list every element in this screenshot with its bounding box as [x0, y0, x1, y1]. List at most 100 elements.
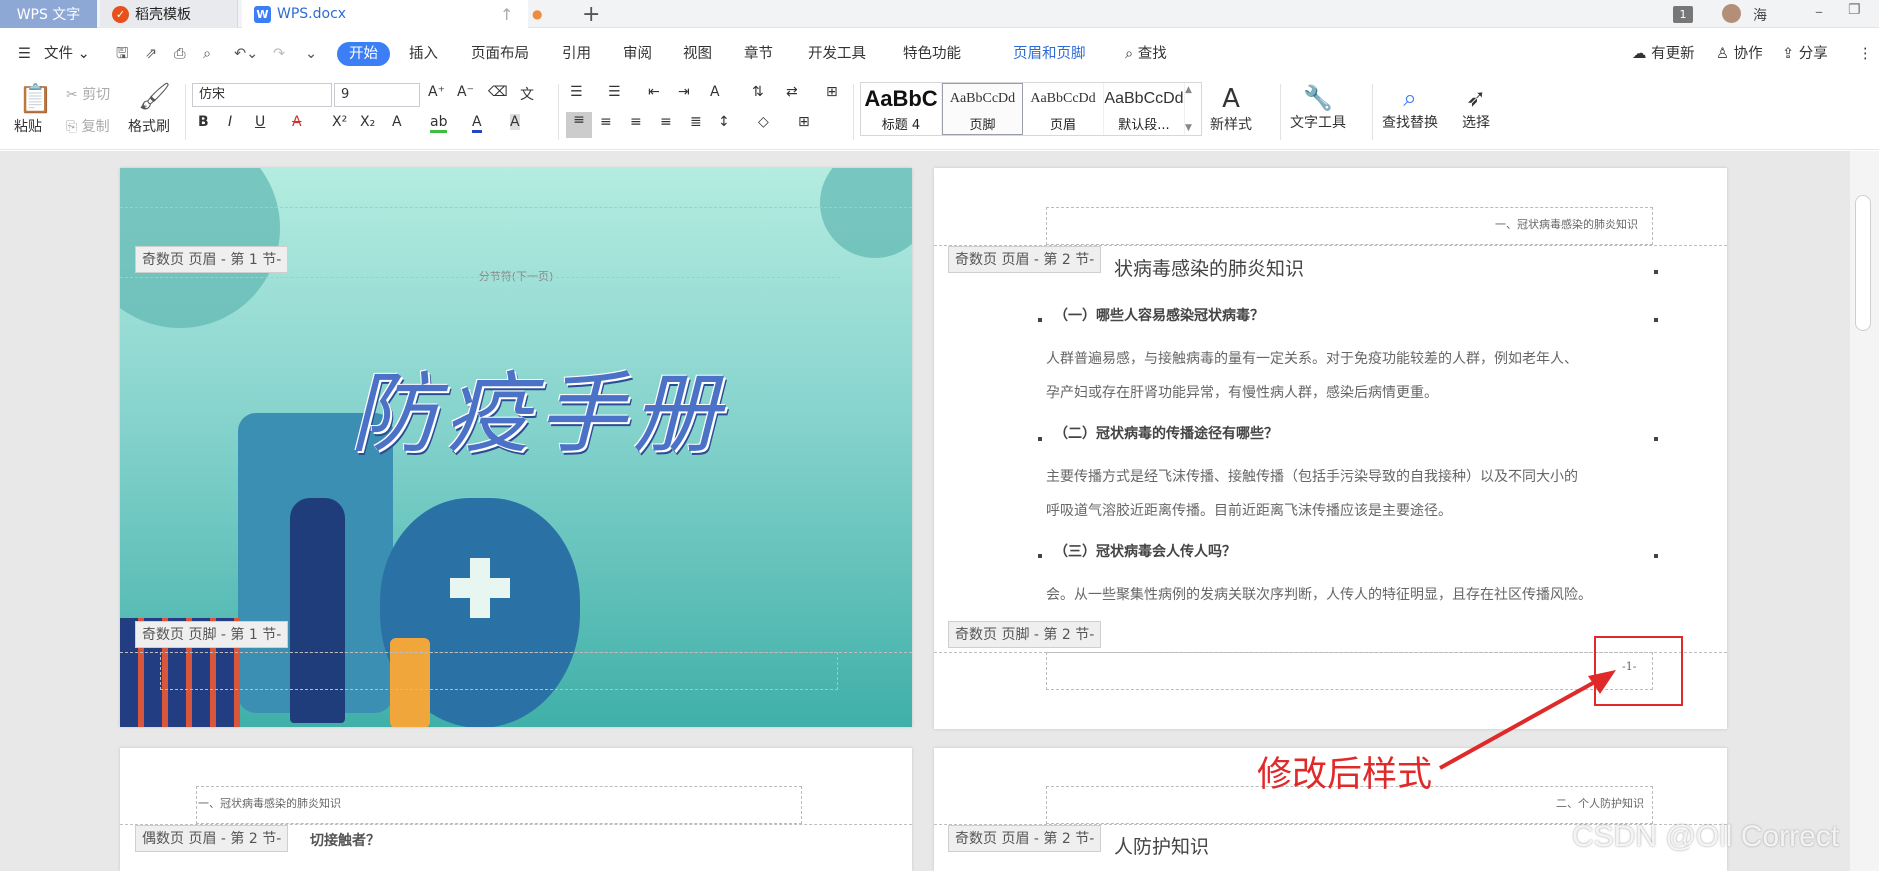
- hamburger-icon[interactable]: ☰: [18, 42, 31, 66]
- align-left-icon[interactable]: ≡: [566, 112, 592, 138]
- menu-file[interactable]: 文件 ⌄: [44, 42, 90, 66]
- tab-stop-icon[interactable]: ⇄: [786, 84, 798, 100]
- italic-icon[interactable]: I: [228, 114, 232, 130]
- menu-view[interactable]: 视图: [683, 42, 712, 66]
- bullet-list-icon[interactable]: ☰: [570, 84, 583, 100]
- export-icon[interactable]: ⇗: [145, 42, 157, 66]
- undo-icon[interactable]: ↶⌄: [234, 42, 258, 66]
- cut-button[interactable]: ✂ 剪切: [66, 84, 110, 104]
- menu-insert[interactable]: 插入: [409, 42, 438, 66]
- char-shading-icon[interactable]: A: [510, 114, 520, 130]
- user-icon: ♙: [1716, 46, 1729, 62]
- tab-wps-writer[interactable]: WPS 文字: [0, 0, 97, 28]
- header-tag-page4: 奇数页 页眉 - 第 2 节-: [948, 825, 1102, 852]
- collab-button[interactable]: ♙ 协作: [1716, 42, 1763, 66]
- decrease-indent-icon[interactable]: ⇤: [648, 84, 660, 100]
- print-preview-icon[interactable]: ⌕: [203, 42, 211, 66]
- paste-button[interactable]: 粘贴: [14, 116, 42, 136]
- header-text: 一、冠状病毒感染的肺炎知识: [1495, 218, 1638, 231]
- numbered-list-icon[interactable]: ☰: [608, 84, 621, 100]
- increase-indent-icon[interactable]: ⇥: [678, 84, 690, 100]
- wrench-icon: 🔧: [1303, 84, 1333, 112]
- paste-icon[interactable]: 📋: [18, 82, 53, 115]
- shading-icon[interactable]: ◇: [758, 114, 769, 130]
- menu-references[interactable]: 引用: [562, 42, 591, 66]
- share-button[interactable]: ⇪ 分享: [1782, 42, 1828, 66]
- subscript-icon[interactable]: X₂: [360, 114, 375, 130]
- header-boundary: [120, 277, 840, 278]
- style-heading4[interactable]: AaBbC 标题 4: [861, 83, 942, 135]
- highlight-icon[interactable]: ab: [430, 114, 448, 133]
- answer-1-line-2: 孕产妇或存在肝肾功能异常，有慢性病人群，感染后病情更重。: [1046, 385, 1438, 401]
- menu-header-footer[interactable]: 页眉和页脚: [1013, 42, 1086, 66]
- strikethrough-icon[interactable]: A: [292, 114, 302, 130]
- footer-area[interactable]: [160, 652, 838, 690]
- phonetic-icon[interactable]: 文: [520, 84, 534, 104]
- header-tag-page3: 偶数页 页眉 - 第 2 节-: [135, 825, 289, 852]
- align-right-icon[interactable]: ≡: [630, 114, 642, 130]
- window-count-badge[interactable]: 1: [1673, 6, 1693, 23]
- avatar[interactable]: [1722, 4, 1741, 23]
- font-shrink-icon[interactable]: A⁻: [457, 84, 474, 100]
- minimize-icon[interactable]: –: [1815, 2, 1823, 21]
- menu-page-layout[interactable]: 页面布局: [471, 42, 529, 66]
- find-replace-button[interactable]: ⌕ 查找替换: [1382, 84, 1438, 132]
- header-tag-page2: 奇数页 页眉 - 第 2 节-: [948, 246, 1102, 273]
- paragraph-marker: [1654, 270, 1658, 274]
- align-center-icon[interactable]: ≡: [600, 114, 612, 130]
- cloud-icon: ☁: [1632, 46, 1647, 62]
- tab-label: 稻壳模板: [135, 7, 191, 23]
- superscript-icon[interactable]: X²: [332, 114, 347, 130]
- body-fragment: 切接触者？: [310, 833, 380, 849]
- menu-search[interactable]: ⌕ 查找: [1125, 42, 1167, 66]
- copy-button[interactable]: ⎘ 复制: [66, 116, 110, 136]
- tab-wps-docx[interactable]: W WPS.docx ↑ ●: [242, 0, 542, 28]
- menu-developer[interactable]: 开发工具: [808, 42, 866, 66]
- unsaved-dot-icon: ●: [532, 7, 543, 21]
- distributed-icon[interactable]: ≣: [690, 114, 702, 130]
- gallery-scroll[interactable]: ▲ ▼: [1185, 83, 1199, 135]
- restore-icon[interactable]: ❐: [1848, 2, 1861, 18]
- clear-format-icon[interactable]: ⌫: [488, 84, 508, 100]
- text-direction-icon[interactable]: A: [710, 84, 720, 100]
- table-icon[interactable]: ⊞: [826, 84, 838, 100]
- more-chevron-icon[interactable]: ⌄: [305, 42, 317, 66]
- scrollbar-thumb[interactable]: [1855, 195, 1871, 331]
- style-header[interactable]: AaBbCcDd 页眉: [1023, 83, 1104, 135]
- sort-icon[interactable]: ⇅: [752, 84, 764, 100]
- text-effect-icon[interactable]: A: [392, 114, 402, 130]
- header-boundary: [120, 207, 912, 208]
- font-family-select[interactable]: 仿宋: [192, 83, 332, 107]
- menu-review[interactable]: 审阅: [623, 42, 652, 66]
- redo-icon[interactable]: ↷: [273, 42, 285, 66]
- upload-icon[interactable]: ↑: [500, 5, 513, 24]
- text-tools-button[interactable]: 🔧 文字工具: [1290, 84, 1346, 132]
- new-style-button[interactable]: A 新样式: [1210, 84, 1252, 134]
- font-size-select[interactable]: 9: [334, 83, 420, 107]
- style-footer[interactable]: AaBbCcDd 页脚: [942, 83, 1023, 135]
- annotation-arrow: [1439, 670, 1616, 770]
- borders-icon[interactable]: ⊞: [798, 114, 810, 130]
- print-icon[interactable]: ⎙: [174, 42, 186, 66]
- line-spacing-icon[interactable]: ↕: [718, 114, 730, 130]
- tab-daoke-templates[interactable]: ✓ 稻壳模板: [100, 0, 238, 28]
- new-tab-plus-icon[interactable]: +: [570, 0, 612, 28]
- style-default-paragraph[interactable]: AaBbCcDd 默认段...: [1104, 83, 1185, 135]
- ribbon-toolbar: 📋 粘贴 ✂ 剪切 ⎘ 复制 🖌 格式刷 仿宋 9 A⁺ A⁻ ⌫ 文 B I …: [0, 78, 1879, 150]
- menu-chapter[interactable]: 章节: [744, 42, 773, 66]
- format-painter-icon[interactable]: 🖌: [138, 82, 171, 112]
- annotation-label: 修改后样式: [1257, 755, 1433, 795]
- select-button[interactable]: ➶ 选择: [1462, 84, 1490, 132]
- bold-icon[interactable]: B: [198, 114, 209, 130]
- more-vert-icon[interactable]: ⋮: [1858, 42, 1873, 66]
- underline-icon[interactable]: U: [255, 114, 265, 130]
- update-button[interactable]: ☁ 有更新: [1632, 42, 1695, 66]
- menu-home[interactable]: 开始: [337, 42, 390, 66]
- font-grow-icon[interactable]: A⁺: [428, 84, 445, 100]
- font-color-icon[interactable]: A: [472, 114, 482, 133]
- cover-title: 防疫手册: [350, 362, 727, 465]
- menu-features[interactable]: 特色功能: [903, 42, 961, 66]
- format-painter-button[interactable]: 格式刷: [128, 116, 170, 136]
- save-icon[interactable]: 🖫: [116, 42, 128, 66]
- justify-icon[interactable]: ≡: [660, 114, 672, 130]
